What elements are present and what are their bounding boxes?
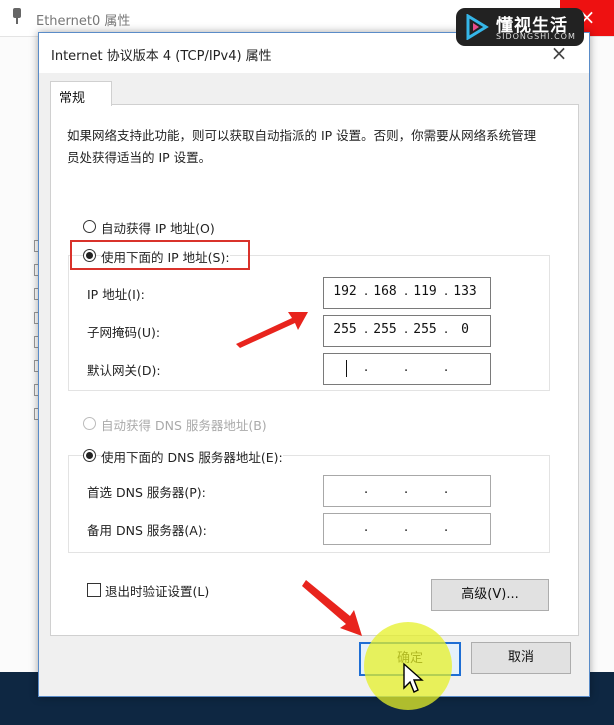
annotation-arrow-icon — [302, 580, 362, 636]
text-cursor — [346, 360, 347, 377]
validate-label: 退出时验证设置(L) — [105, 584, 210, 599]
validate-checkbox[interactable] — [87, 583, 101, 597]
background-window-title: Ethernet0 属性 — [36, 14, 131, 29]
alternate-dns-input[interactable]: . . . — [323, 513, 491, 545]
preferred-dns-label: 首选 DNS 服务器(P): — [87, 485, 206, 500]
auto-dns-label: 自动获得 DNS 服务器地址(B) — [101, 418, 267, 433]
tab-general-label: 常规 — [59, 91, 86, 106]
ip-dot: . — [404, 520, 409, 535]
watermark-logo: 懂视生活 SIDONGSHI.COM — [456, 8, 584, 46]
alternate-dns-label: 备用 DNS 服务器(A): — [87, 523, 207, 538]
ip-dot: . — [444, 482, 449, 497]
description-text: 如果网络支持此功能，则可以获取自动指派的 IP 设置。否则，你需要从网络系统管理… — [67, 128, 537, 165]
manual-dns-radio[interactable] — [83, 449, 96, 462]
ip-dot: . — [404, 360, 409, 375]
auto-ip-label: 自动获得 IP 地址(O) — [101, 221, 215, 236]
mouse-pointer-icon — [403, 662, 424, 693]
subnet-octet: 255 — [373, 322, 397, 337]
watermark-domain: SIDONGSHI.COM — [496, 32, 576, 41]
annotation-highlight-box — [70, 240, 250, 270]
ip-octet: 119 — [413, 284, 437, 299]
gateway-input[interactable]: . . . — [323, 353, 491, 385]
auto-dns-radio[interactable] — [83, 417, 96, 430]
ip-octet: 168 — [373, 284, 397, 299]
play-logo-icon — [466, 14, 489, 40]
gateway-label: 默认网关(D): — [87, 363, 161, 378]
ip-dot: . — [364, 360, 369, 375]
ip-dot: . — [444, 360, 449, 375]
ip-dot: . — [364, 520, 369, 535]
preferred-dns-input[interactable]: . . . — [323, 475, 491, 507]
ip-dot: . — [404, 482, 409, 497]
auto-ip-radio[interactable] — [83, 220, 96, 233]
network-adapter-icon — [13, 8, 21, 24]
ip-dot: . — [364, 482, 369, 497]
subnet-octet: 255 — [413, 322, 437, 337]
ip-dot: . — [444, 520, 449, 535]
general-panel: 如果网络支持此功能，则可以获取自动指派的 IP 设置。否则，你需要从网络系统管理… — [50, 104, 579, 636]
ip-address-input[interactable]: 192 . 168 . 119 . 133 — [323, 277, 491, 309]
ip-octet: 133 — [453, 284, 477, 299]
ip-octet: 192 — [333, 284, 357, 299]
advanced-button[interactable]: 高级(V)... — [431, 579, 549, 611]
cancel-button[interactable]: 取消 — [471, 642, 571, 674]
dialog-title: Internet 协议版本 4 (TCP/IPv4) 属性 — [51, 49, 272, 64]
annotation-arrow-icon — [236, 312, 308, 348]
subnet-mask-input[interactable]: 255 . 255 . 255 . 0 — [323, 315, 491, 347]
subnet-mask-label: 子网掩码(U): — [87, 325, 161, 340]
ip-address-label: IP 地址(I): — [87, 287, 145, 302]
tab-general[interactable]: 常规 — [50, 81, 112, 106]
manual-dns-label: 使用下面的 DNS 服务器地址(E): — [101, 447, 283, 466]
subnet-octet: 255 — [333, 322, 357, 337]
subnet-octet: 0 — [461, 322, 469, 337]
